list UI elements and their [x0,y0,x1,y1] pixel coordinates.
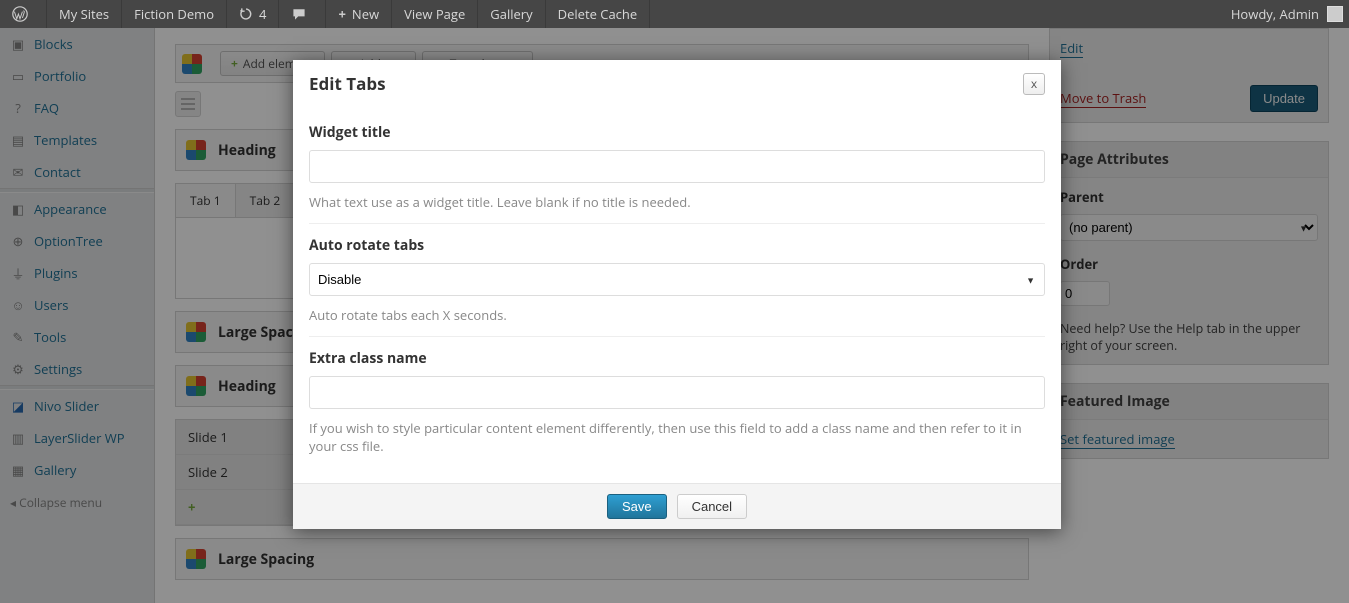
save-button[interactable]: Save [607,494,667,519]
updates-menu[interactable]: 4 [227,0,279,28]
edit-tabs-modal: Edit Tabs x Widget title What text use a… [293,60,1061,529]
widget-title-input[interactable] [309,150,1045,183]
modal-close-button[interactable]: x [1023,73,1045,95]
gallery-link[interactable]: Gallery [478,0,545,28]
new-label: New [352,5,379,23]
comments-menu[interactable] [279,0,326,28]
my-sites-menu[interactable]: My Sites [47,0,122,28]
auto-rotate-select[interactable]: Disable [309,263,1045,296]
auto-rotate-label: Auto rotate tabs [309,236,1045,255]
widget-title-help: What text use as a widget title. Leave b… [309,193,1045,211]
wp-logo[interactable] [0,0,47,28]
comment-icon [291,6,307,22]
extra-class-help: If you wish to style particular content … [309,419,1045,455]
new-content-menu[interactable]: + New [326,0,392,28]
howdy-menu[interactable]: Howdy, Admin [1231,0,1343,28]
modal-title: Edit Tabs [309,72,386,95]
plus-icon: + [338,5,345,23]
site-name-menu[interactable]: Fiction Demo [122,0,227,28]
admin-bar: My Sites Fiction Demo 4 + New View Page … [0,0,1349,28]
avatar [1327,6,1343,22]
cancel-button[interactable]: Cancel [677,494,747,519]
extra-class-label: Extra class name [309,349,1045,368]
delete-cache-link[interactable]: Delete Cache [546,0,651,28]
widget-title-label: Widget title [309,123,1045,142]
view-page-link[interactable]: View Page [392,0,478,28]
auto-rotate-help: Auto rotate tabs each X seconds. [309,306,1045,324]
updates-count: 4 [259,5,266,23]
howdy-label: Howdy, Admin [1231,5,1319,23]
extra-class-input[interactable] [309,376,1045,409]
refresh-icon [239,7,253,21]
wordpress-icon [12,6,28,22]
